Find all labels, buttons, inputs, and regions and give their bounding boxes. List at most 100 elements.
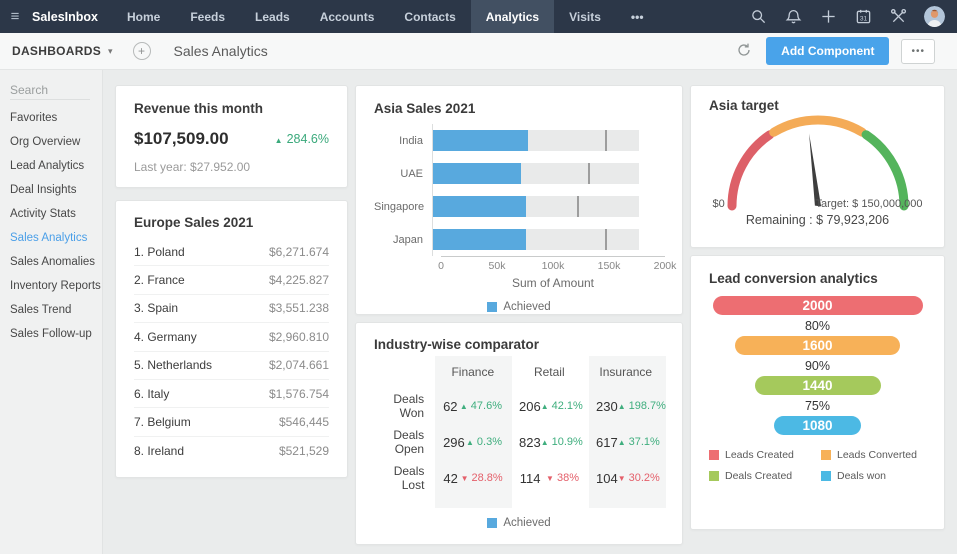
funnel-stage-deals-won: 1080 [774,416,861,435]
nav-item-feeds[interactable]: Feeds [175,0,240,33]
change-pct: 28.8% [471,472,503,484]
cell-value: 42 [443,470,458,486]
cell-value: 617 [596,434,618,450]
sidebar-item-favorites[interactable]: Favorites [0,106,102,130]
nav-item-home[interactable]: Home [112,0,175,33]
bar-plot [432,190,656,223]
user-avatar[interactable] [924,6,945,27]
up-triangle-icon: ▲ [459,401,468,411]
nav-item-visits[interactable]: Visits [554,0,616,33]
country-value: $6,271.674 [268,244,329,259]
sidebar-item-inventory-reports[interactable]: Inventory Reports [0,274,102,298]
bar-row-uae: UAE [374,157,664,190]
gauge-min-label: $0 [712,198,725,210]
sidebar-item-sales-trend[interactable]: Sales Trend [0,298,102,322]
cell-value: 62 [443,398,458,414]
card-title: Lead conversion analytics [709,271,878,286]
funnel-stage-deals-created: 1440 [754,376,881,395]
legend-swatch [709,450,719,460]
up-triangle-icon: ▲ [274,136,283,145]
target-gauge: $0 Target: $ 150,000,000 Remaining : $ 7… [713,111,923,227]
bar-achieved [433,130,528,151]
cell-change: ▲ 0.3% [466,436,502,448]
bar-row-india: India [374,124,664,157]
funnel-stage-leads-created: 2000 [712,296,923,315]
nav-item-more[interactable]: ••• [616,0,659,33]
table-body: Deals Won 62 ▲ 47.6% 206 ▲ 42.1% 230 ▲ 198.7% Deal… [374,388,666,496]
table-cell: 42 ▼ 28.8% [434,471,510,486]
up-triangle-icon: ▲ [617,437,626,447]
legend-swatch [487,302,498,312]
up-triangle-icon: ▲ [617,401,626,411]
list-item: 8. Ireland $521,529 [134,437,329,465]
conversion-rate-label: 75% [804,398,831,413]
bar-plot [432,157,656,190]
sidebar-item-sales-follow-up[interactable]: Sales Follow-up [0,322,102,346]
asia-sales-card: Asia Sales 2021 India UAE Singapore Japan 0… [355,85,683,315]
sidebar-item-sales-anomalies[interactable]: Sales Anomalies [0,250,102,274]
bell-icon[interactable] [784,8,802,26]
country-value: $2,960.810 [268,329,329,344]
table-cell: 104 ▼ 30.2% [587,471,664,486]
legend-item-deals-won: Deals won [821,470,926,482]
country-name: 1. Poland [134,244,185,259]
dashboards-label: DASHBOARDS [12,44,102,58]
sidebar-item-lead-analytics[interactable]: Lead Analytics [0,154,102,178]
nav-item-contacts[interactable]: Contacts [389,0,470,33]
page-title: Sales Analytics [173,43,268,59]
gauge-segment-mid [768,115,867,137]
country-value: $1,576.754 [268,386,329,401]
sidebar-item-org-overview[interactable]: Org Overview [0,130,102,154]
tools-icon[interactable] [889,8,907,26]
axis-tick: 50k [488,260,506,272]
dashboards-dropdown[interactable]: DASHBOARDS ▾ [12,44,113,58]
table-cell: 62 ▲ 47.6% [434,399,510,414]
card-title: Revenue this month [134,101,264,116]
revenue-last-year: Last year: $27.952.00 [134,160,251,174]
lead-conversion-card: Lead conversion analytics 2000 80% 1600 90%… [690,255,945,530]
sidebar-item-activity-stats[interactable]: Activity Stats [0,202,102,226]
add-component-button[interactable]: Add Component [766,37,890,65]
row-label: Deals Won [393,392,425,420]
sidebar-list: Favorites Org Overview Lead Analytics Deal … [0,106,102,346]
row-label: Deals Lost [393,464,425,492]
calendar-icon[interactable]: 31 [854,8,872,26]
change-pct: 42.1% [551,400,583,412]
sidebar-item-sales-analytics[interactable]: Sales Analytics [0,226,102,250]
nav-item-analytics[interactable]: Analytics [470,0,555,33]
bar-target-marker [604,130,607,151]
search-icon[interactable] [749,8,767,26]
cell-value: 206 [519,398,541,414]
add-dashboard-icon[interactable]: + [132,42,151,60]
search-input[interactable] [10,81,90,100]
refresh-icon[interactable] [736,42,754,60]
revenue-card: Revenue this month $107,509.00 ▲ 284.6% L… [115,85,348,188]
hamburger-icon[interactable]: ≡ [0,0,30,33]
cell-value: 104 [596,470,618,486]
cell-change: ▼ 28.8% [461,472,503,484]
table-cell: 206 ▲ 42.1% [510,399,587,414]
axis-tick: 0 [438,260,444,272]
bar-target-marker [604,229,607,250]
column-header-finance: Finance [451,365,495,379]
cell-change: ▲ 10.9% [541,436,583,448]
legend-label: Leads Converted [837,449,917,461]
sidebar-item-deal-insights[interactable]: Deal Insights [0,178,102,202]
asia-target-card: Asia target $0 Target: $ 150,000,000 Rem… [690,85,945,248]
x-axis-label: Sum of Amount [511,276,595,290]
legend-swatch [709,471,719,481]
nav-item-leads[interactable]: Leads [240,0,305,33]
up-triangle-icon: ▲ [540,437,549,447]
change-pct: 37.1% [628,436,660,448]
country-name: 4. Germany [134,329,197,344]
bar-target-marker [587,163,590,184]
country-value: $3,551.238 [268,301,329,316]
plus-icon[interactable] [819,8,837,26]
page-header: DASHBOARDS ▾ + Sales Analytics Add Compo… [0,33,957,70]
brand-logo[interactable]: SalesInbox [30,0,112,33]
nav-item-accounts[interactable]: Accounts [305,0,390,33]
table-row-deals-won: Deals Won 62 ▲ 47.6% 206 ▲ 42.1% 230 ▲ 198.7% [374,388,666,424]
gauge-segment-low [727,130,774,211]
more-options-button[interactable]: ••• [901,38,935,64]
industry-comparator-card: Industry-wise comparator Finance Retail In… [355,322,683,545]
